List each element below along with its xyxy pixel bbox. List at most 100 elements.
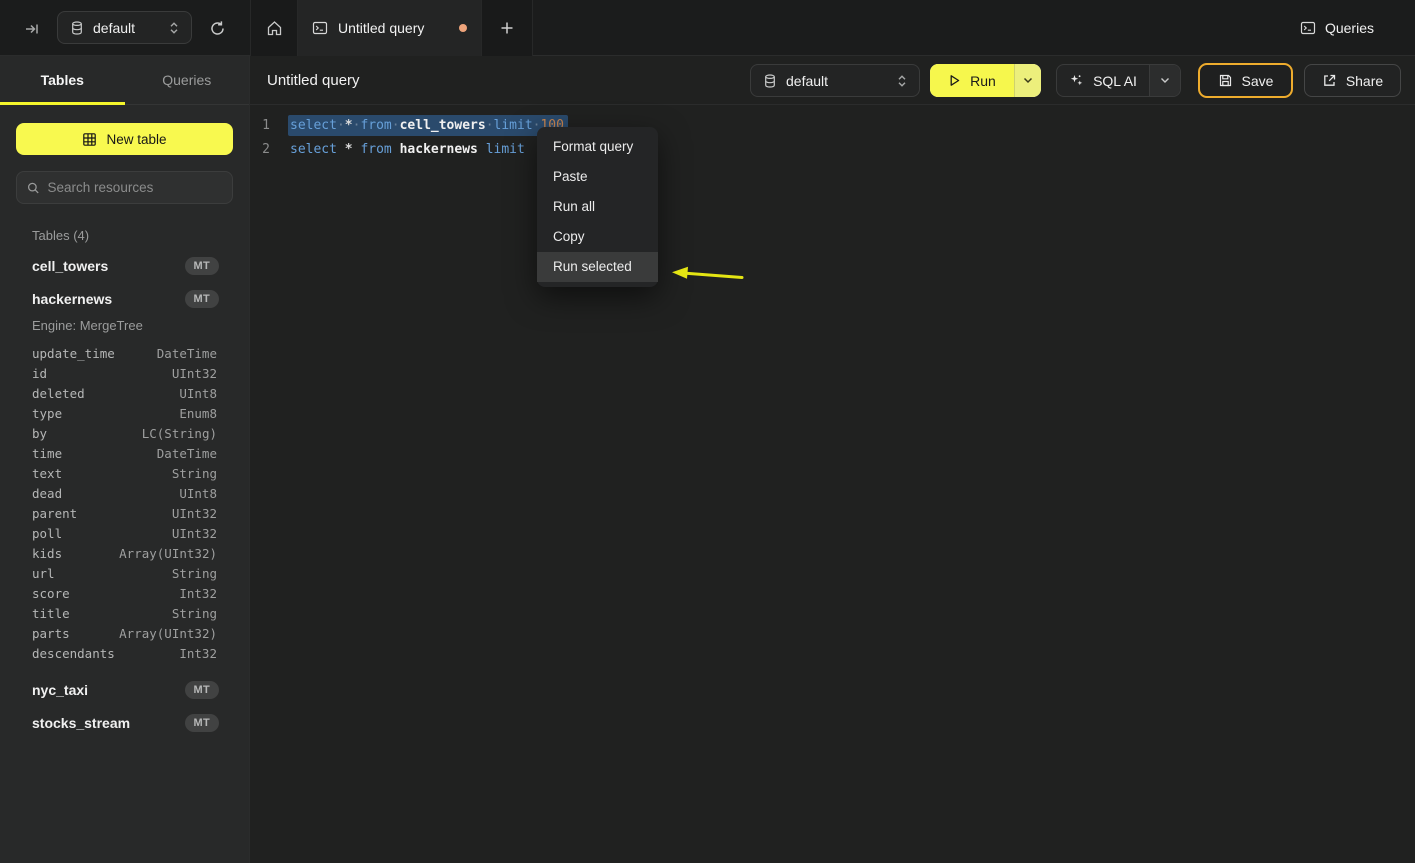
share-button[interactable]: Share	[1304, 64, 1401, 97]
column-list: update_timeDateTimeidUInt32deletedUInt8t…	[16, 339, 233, 673]
sql-editor[interactable]: 1 select·*·from·cell_towers·limit·1002sel…	[250, 105, 1415, 863]
sidebar-content: New table Tables (4) cell_towersMThacker…	[0, 105, 249, 739]
share-label: Share	[1346, 73, 1383, 89]
table-engine-label: Engine: MergeTree	[16, 315, 233, 339]
active-tab-underline	[0, 102, 125, 105]
column-name: text	[32, 466, 172, 481]
column-type: UInt8	[179, 386, 217, 401]
database-selector-value: default	[93, 20, 160, 36]
table-item-stocks_stream[interactable]: stocks_streamMT	[16, 706, 233, 739]
refresh-icon[interactable]	[206, 17, 228, 39]
code-text[interactable]: select * from hackernews limit	[288, 139, 537, 160]
context-menu-item-paste[interactable]: Paste	[537, 162, 658, 192]
queries-panel-label: Queries	[1325, 20, 1374, 36]
query-toolbar: Untitled query default Run	[250, 56, 1415, 105]
engine-badge: MT	[185, 257, 219, 275]
plus-icon	[500, 21, 514, 35]
database-selector-value: default	[786, 73, 888, 89]
column-row-kids[interactable]: kidsArray(UInt32)	[16, 543, 233, 563]
search-box[interactable]	[16, 171, 233, 204]
top-bar: default Untitled query	[0, 0, 1415, 56]
column-name: descendants	[32, 646, 179, 661]
column-row-dead[interactable]: deadUInt8	[16, 483, 233, 503]
sql-ai-options-button[interactable]	[1149, 65, 1180, 96]
query-title: Untitled query	[267, 56, 360, 105]
column-type: Int32	[179, 586, 217, 601]
run-options-button[interactable]	[1014, 64, 1041, 97]
share-icon	[1322, 73, 1337, 88]
column-row-by[interactable]: byLC(String)	[16, 423, 233, 443]
code-text-selected[interactable]: select·*·from·cell_towers·limit·100	[288, 115, 568, 136]
column-row-title[interactable]: titleString	[16, 603, 233, 623]
play-icon	[948, 74, 961, 87]
table-name: nyc_taxi	[32, 682, 185, 698]
run-button[interactable]: Run	[930, 64, 1014, 97]
database-icon	[763, 74, 777, 88]
table-item-hackernews[interactable]: hackernewsMT	[16, 282, 233, 315]
column-row-deleted[interactable]: deletedUInt8	[16, 383, 233, 403]
engine-badge: MT	[185, 681, 219, 699]
column-name: id	[32, 366, 172, 381]
table-name: cell_towers	[32, 258, 185, 274]
queries-panel-button[interactable]: Queries	[1300, 16, 1374, 40]
engine-badge: MT	[185, 290, 219, 308]
column-type: LC(String)	[142, 426, 217, 441]
column-name: type	[32, 406, 179, 421]
column-row-poll[interactable]: pollUInt32	[16, 523, 233, 543]
home-icon	[266, 20, 283, 37]
column-name: deleted	[32, 386, 179, 401]
main-panel: Untitled query default Run	[250, 56, 1415, 863]
tables-section-label: Tables (4)	[32, 228, 233, 243]
sidebar-tab-queries[interactable]: Queries	[125, 56, 250, 104]
new-tab-button[interactable]	[482, 0, 532, 56]
unsaved-changes-dot	[459, 24, 467, 32]
new-table-button[interactable]: New table	[16, 123, 233, 155]
column-type: Enum8	[179, 406, 217, 421]
column-row-parts[interactable]: partsArray(UInt32)	[16, 623, 233, 643]
database-selector-toolbar[interactable]: default	[750, 64, 920, 97]
column-row-text[interactable]: textString	[16, 463, 233, 483]
database-icon	[70, 21, 84, 35]
context-menu-item-run-selected[interactable]: Run selected	[537, 252, 658, 282]
column-row-type[interactable]: typeEnum8	[16, 403, 233, 423]
column-row-score[interactable]: scoreInt32	[16, 583, 233, 603]
tab-label: Untitled query	[338, 20, 449, 36]
table-grid-icon	[82, 132, 97, 147]
column-name: dead	[32, 486, 179, 501]
column-name: title	[32, 606, 172, 621]
table-name: hackernews	[32, 291, 185, 307]
column-name: score	[32, 586, 179, 601]
tab-untitled-query[interactable]: Untitled query	[298, 0, 482, 56]
column-row-descendants[interactable]: descendantsInt32	[16, 643, 233, 663]
updown-chevron-icon	[169, 21, 179, 35]
context-menu-item-copy[interactable]: Copy	[537, 222, 658, 252]
collapse-sidebar-icon[interactable]	[22, 19, 42, 39]
column-type: DateTime	[157, 446, 217, 461]
save-button[interactable]: Save	[1198, 63, 1293, 98]
new-table-label: New table	[106, 132, 166, 147]
run-split-button[interactable]: Run	[930, 64, 1041, 97]
search-input[interactable]	[48, 180, 222, 195]
sidebar-tab-tables[interactable]: Tables	[0, 56, 125, 104]
table-item-cell_towers[interactable]: cell_towersMT	[16, 249, 233, 282]
sql-ai-split-button[interactable]: SQL AI	[1056, 64, 1181, 97]
column-row-id[interactable]: idUInt32	[16, 363, 233, 383]
database-selector-top[interactable]: default	[57, 11, 192, 44]
column-row-time[interactable]: timeDateTime	[16, 443, 233, 463]
code-line: 2select * from hackernews limit	[250, 137, 1415, 161]
sql-ai-label: SQL AI	[1093, 73, 1137, 89]
context-menu-item-run-all[interactable]: Run all	[537, 192, 658, 222]
column-name: url	[32, 566, 172, 581]
column-row-parent[interactable]: parentUInt32	[16, 503, 233, 523]
column-row-update_time[interactable]: update_timeDateTime	[16, 343, 233, 363]
column-type: UInt32	[172, 526, 217, 541]
column-row-url[interactable]: urlString	[16, 563, 233, 583]
context-menu-item-format-query[interactable]: Format query	[537, 132, 658, 162]
terminal-icon	[1300, 20, 1316, 36]
line-number: 1	[258, 118, 270, 133]
home-tab-button[interactable]	[251, 0, 298, 56]
sql-ai-button[interactable]: SQL AI	[1057, 73, 1149, 89]
table-item-nyc_taxi[interactable]: nyc_taxiMT	[16, 673, 233, 706]
engine-badge: MT	[185, 714, 219, 732]
column-type: DateTime	[157, 346, 217, 361]
